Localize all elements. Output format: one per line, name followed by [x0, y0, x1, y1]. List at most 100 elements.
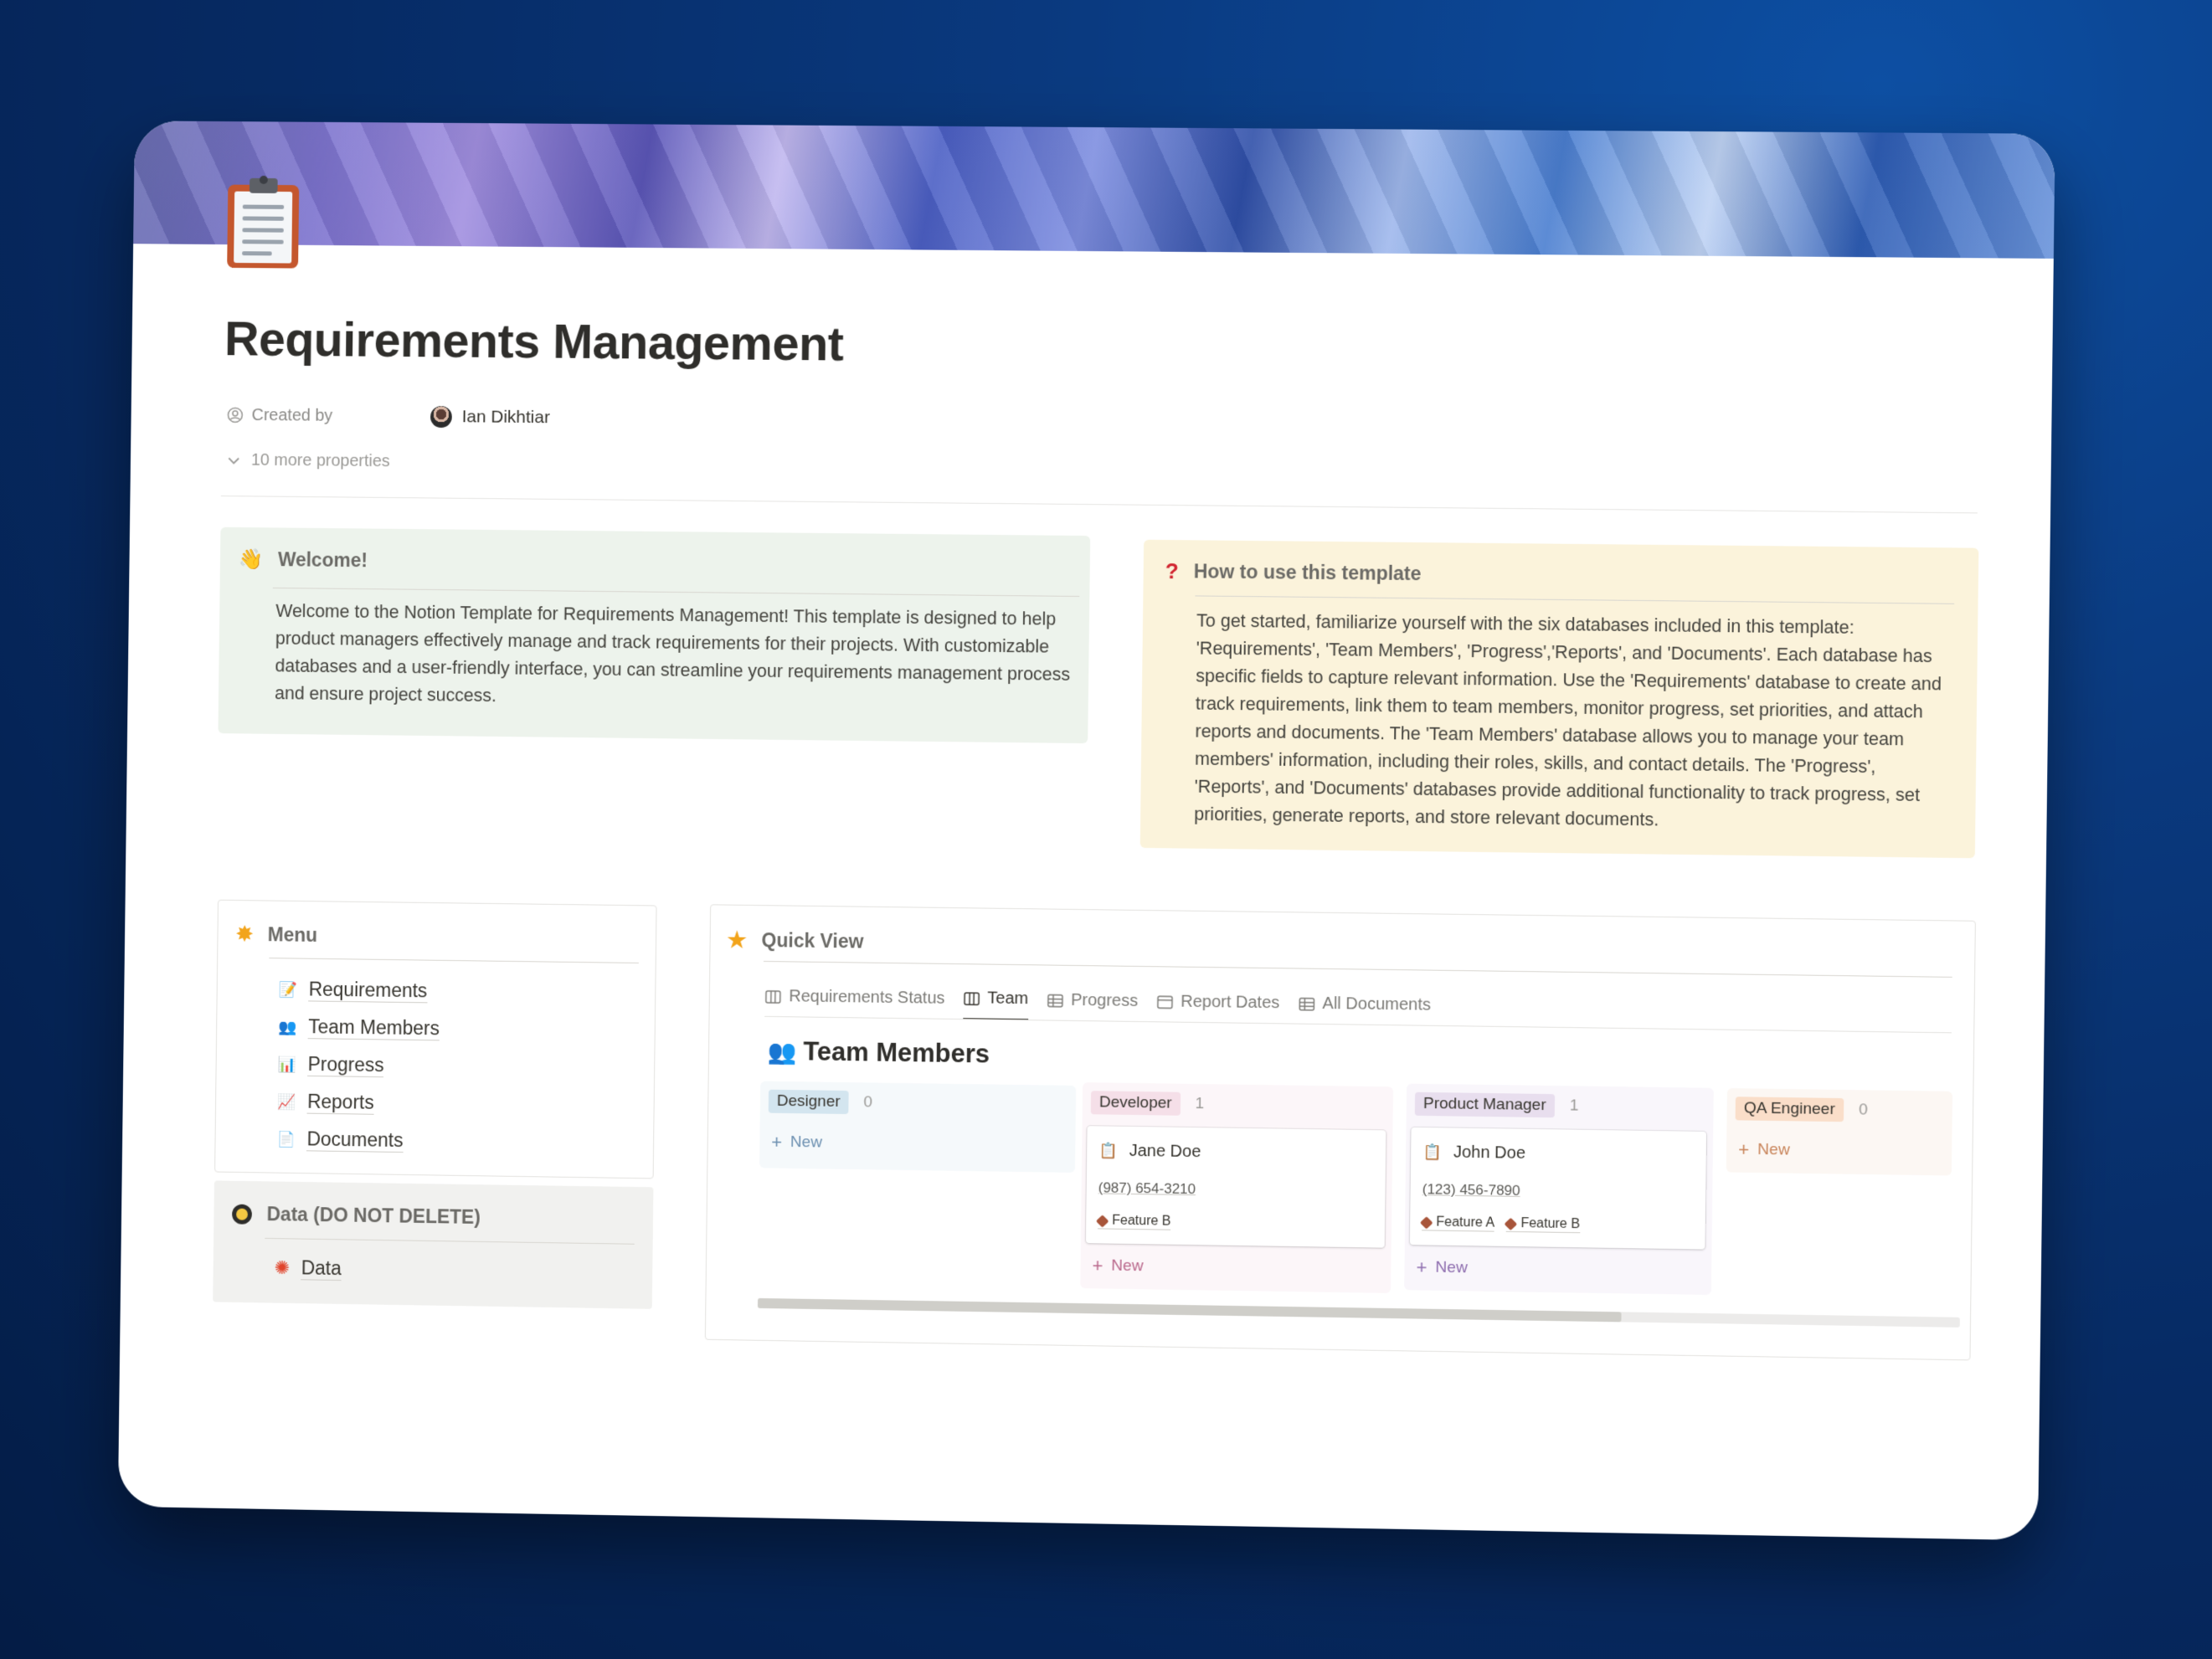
chart-up-icon: 📈: [277, 1092, 296, 1110]
card-phone[interactable]: (123) 456-7890: [1422, 1181, 1520, 1199]
menu-item-requirements[interactable]: 📝 Requirements: [278, 978, 428, 1004]
board-icon: [963, 991, 980, 1006]
more-properties-label: 10 more properties: [250, 450, 390, 471]
calendar-icon: [1156, 994, 1173, 1009]
package-icon: [1419, 1215, 1433, 1230]
person-circle-icon: [227, 407, 244, 424]
column-header[interactable]: Designer 0: [768, 1089, 873, 1115]
new-label: New: [1757, 1140, 1790, 1159]
menu-item-team-members[interactable]: 👥 Team Members: [278, 1015, 440, 1041]
menu-item-label: Reports: [306, 1090, 374, 1115]
card-name: John Doe: [1453, 1143, 1526, 1163]
howto-heading[interactable]: How to use this template: [1194, 560, 1422, 585]
more-properties-toggle[interactable]: 10 more properties: [226, 450, 390, 471]
page-window: Requirements Management Created by Ian D…: [117, 121, 2055, 1541]
new-card-button[interactable]: + New: [771, 1132, 822, 1154]
property-label: Created by: [251, 405, 333, 425]
plus-icon: +: [1738, 1138, 1750, 1160]
column-count: 0: [1859, 1101, 1868, 1119]
heading-rule: [272, 587, 1080, 597]
tab-all-documents[interactable]: All Documents: [1298, 994, 1431, 1026]
board-title[interactable]: 👥 Team Members: [767, 1036, 990, 1070]
column-header[interactable]: Product Manager 1: [1414, 1091, 1579, 1118]
page-title[interactable]: Requirements Management: [224, 311, 844, 372]
table-icon: [1047, 994, 1063, 1008]
people-icon: 👥: [767, 1038, 797, 1065]
data-link[interactable]: ✺ Data: [275, 1256, 342, 1281]
column-count: 1: [1195, 1095, 1205, 1113]
data-heading[interactable]: Data (DO NOT DELETE): [266, 1203, 481, 1229]
question-mark-icon: ?: [1165, 558, 1179, 584]
table-icon: [1298, 996, 1314, 1011]
divider: [220, 496, 1978, 514]
page-cover[interactable]: [133, 121, 2055, 259]
package-icon: [1504, 1217, 1518, 1230]
howto-body[interactable]: To get started, familiarize yourself wit…: [1194, 607, 1956, 837]
tab-progress[interactable]: Progress: [1047, 989, 1138, 1021]
feature-label: Feature A: [1436, 1215, 1495, 1230]
howto-callout: ? How to use this template To get starte…: [1139, 539, 1979, 859]
card-features: Feature A Feature B: [1419, 1215, 1581, 1234]
menu-item-label: Documents: [306, 1127, 404, 1153]
heading-rule: [269, 958, 639, 963]
people-icon: 👥: [278, 1018, 297, 1035]
explosion-icon: ✺: [274, 1256, 291, 1279]
menu-heading[interactable]: Menu: [268, 923, 318, 947]
star-icon: ★: [727, 927, 747, 953]
heading-rule: [265, 1237, 635, 1245]
card-phone[interactable]: (987) 654-3210: [1098, 1179, 1196, 1198]
new-label: New: [1435, 1258, 1468, 1277]
chevron-down-icon: [226, 453, 241, 468]
card-features: Feature B: [1095, 1213, 1171, 1230]
welcome-body[interactable]: Welcome to the Notion Template for Requi…: [275, 598, 1074, 717]
tab-label: All Documents: [1322, 994, 1432, 1014]
waving-hand-icon: 👋: [238, 547, 264, 571]
new-card-button[interactable]: + New: [1092, 1255, 1143, 1277]
scrollbar-thumb[interactable]: [757, 1297, 1622, 1323]
menu-item-documents[interactable]: 📄 Documents: [276, 1127, 404, 1153]
new-label: New: [790, 1133, 823, 1152]
plus-icon: +: [1416, 1256, 1428, 1278]
feature-link[interactable]: Feature B: [1095, 1213, 1171, 1230]
column-header[interactable]: Developer 1: [1090, 1091, 1205, 1116]
bar-chart-icon: 📊: [277, 1055, 296, 1073]
tab-report-dates[interactable]: Report Dates: [1156, 991, 1280, 1024]
column-header[interactable]: QA Engineer 0: [1735, 1097, 1868, 1122]
menu-item-reports[interactable]: 📈 Reports: [277, 1090, 374, 1115]
column-count: 0: [863, 1093, 873, 1112]
heading-rule: [1195, 595, 1955, 604]
board-card[interactable]: 📋 John Doe (123) 456-7890 Feature A Feature …: [1409, 1127, 1707, 1250]
feature-label: Feature B: [1520, 1216, 1581, 1232]
menu-item-label: Requirements: [308, 978, 428, 1004]
tab-team[interactable]: Team: [963, 989, 1029, 1021]
board-card[interactable]: 📋 Jane Doe (987) 654-3210 Feature B: [1085, 1126, 1386, 1248]
board-title-text: Team Members: [803, 1036, 990, 1069]
memo-icon: 📝: [278, 980, 298, 998]
new-card-button[interactable]: + New: [1416, 1256, 1468, 1279]
star-icon: ✸: [236, 922, 254, 946]
welcome-heading[interactable]: Welcome!: [278, 548, 368, 572]
clipboard-icon: 📋: [1422, 1143, 1442, 1161]
board-column: Developer 1 📋 Jane Doe (987) 654-3210 Feature…: [1080, 1082, 1394, 1293]
horizontal-scrollbar[interactable]: [757, 1297, 1960, 1328]
column-tag: Product Manager: [1414, 1091, 1555, 1118]
board: Designer 0 + New Developer 1 📋 Jane Doe (987) 65…: [711, 905, 1975, 1295]
new-card-button[interactable]: + New: [1738, 1139, 1790, 1162]
quick-view-callout: ★ Quick View Requirements Status Team Prog…: [704, 904, 1976, 1361]
board-column: Product Manager 1 📋 John Doe (123) 456-7890 F…: [1404, 1083, 1714, 1295]
heading-rule: [763, 960, 1952, 978]
clipboard-icon[interactable]: [224, 173, 302, 270]
board-icon: [764, 989, 781, 1004]
tab-requirements-status[interactable]: Requirements Status: [764, 986, 945, 1020]
feature-link[interactable]: Feature A: [1419, 1215, 1495, 1232]
menu-item-label: Team Members: [308, 1015, 440, 1041]
property-value[interactable]: Ian Dikhtiar: [462, 407, 551, 428]
property-created-by[interactable]: Created by Ian Dikhtiar: [227, 404, 550, 429]
data-callout: Data (DO NOT DELETE) ✺ Data: [213, 1180, 654, 1309]
quick-view-heading[interactable]: Quick View: [761, 929, 863, 953]
board-column: Designer 0 + New: [759, 1081, 1077, 1173]
card-title: 📋 John Doe: [1422, 1143, 1525, 1163]
menu-item-progress[interactable]: 📊 Progress: [277, 1053, 384, 1078]
feature-link[interactable]: Feature B: [1504, 1215, 1581, 1234]
tab-label: Team: [987, 989, 1029, 1009]
